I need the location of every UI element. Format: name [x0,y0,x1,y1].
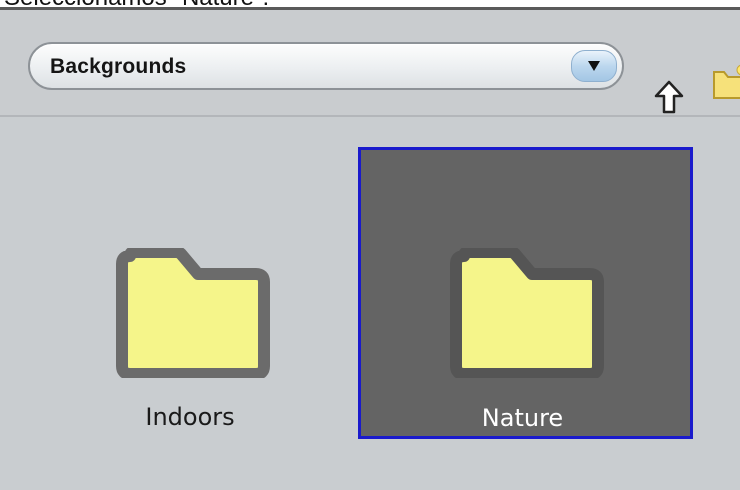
folder-label: Nature [481,404,564,432]
new-folder-icon[interactable] [710,62,740,102]
folder-label: Indoors [145,403,235,431]
toolbar: Backgrounds [0,10,740,117]
up-arrow-icon[interactable] [654,80,684,116]
folder-icon [450,248,604,378]
location-dropdown[interactable]: Backgrounds [28,42,624,90]
dropdown-toggle-button[interactable] [571,50,617,82]
file-browser-panel: Indoors Nature [0,117,740,490]
folder-icon [116,248,270,378]
location-dropdown-label: Backgrounds [50,55,187,78]
folder-item-indoors[interactable]: Indoors [80,147,300,439]
folder-item-nature[interactable]: Nature [358,147,693,439]
triangle-down-icon [588,61,600,71]
